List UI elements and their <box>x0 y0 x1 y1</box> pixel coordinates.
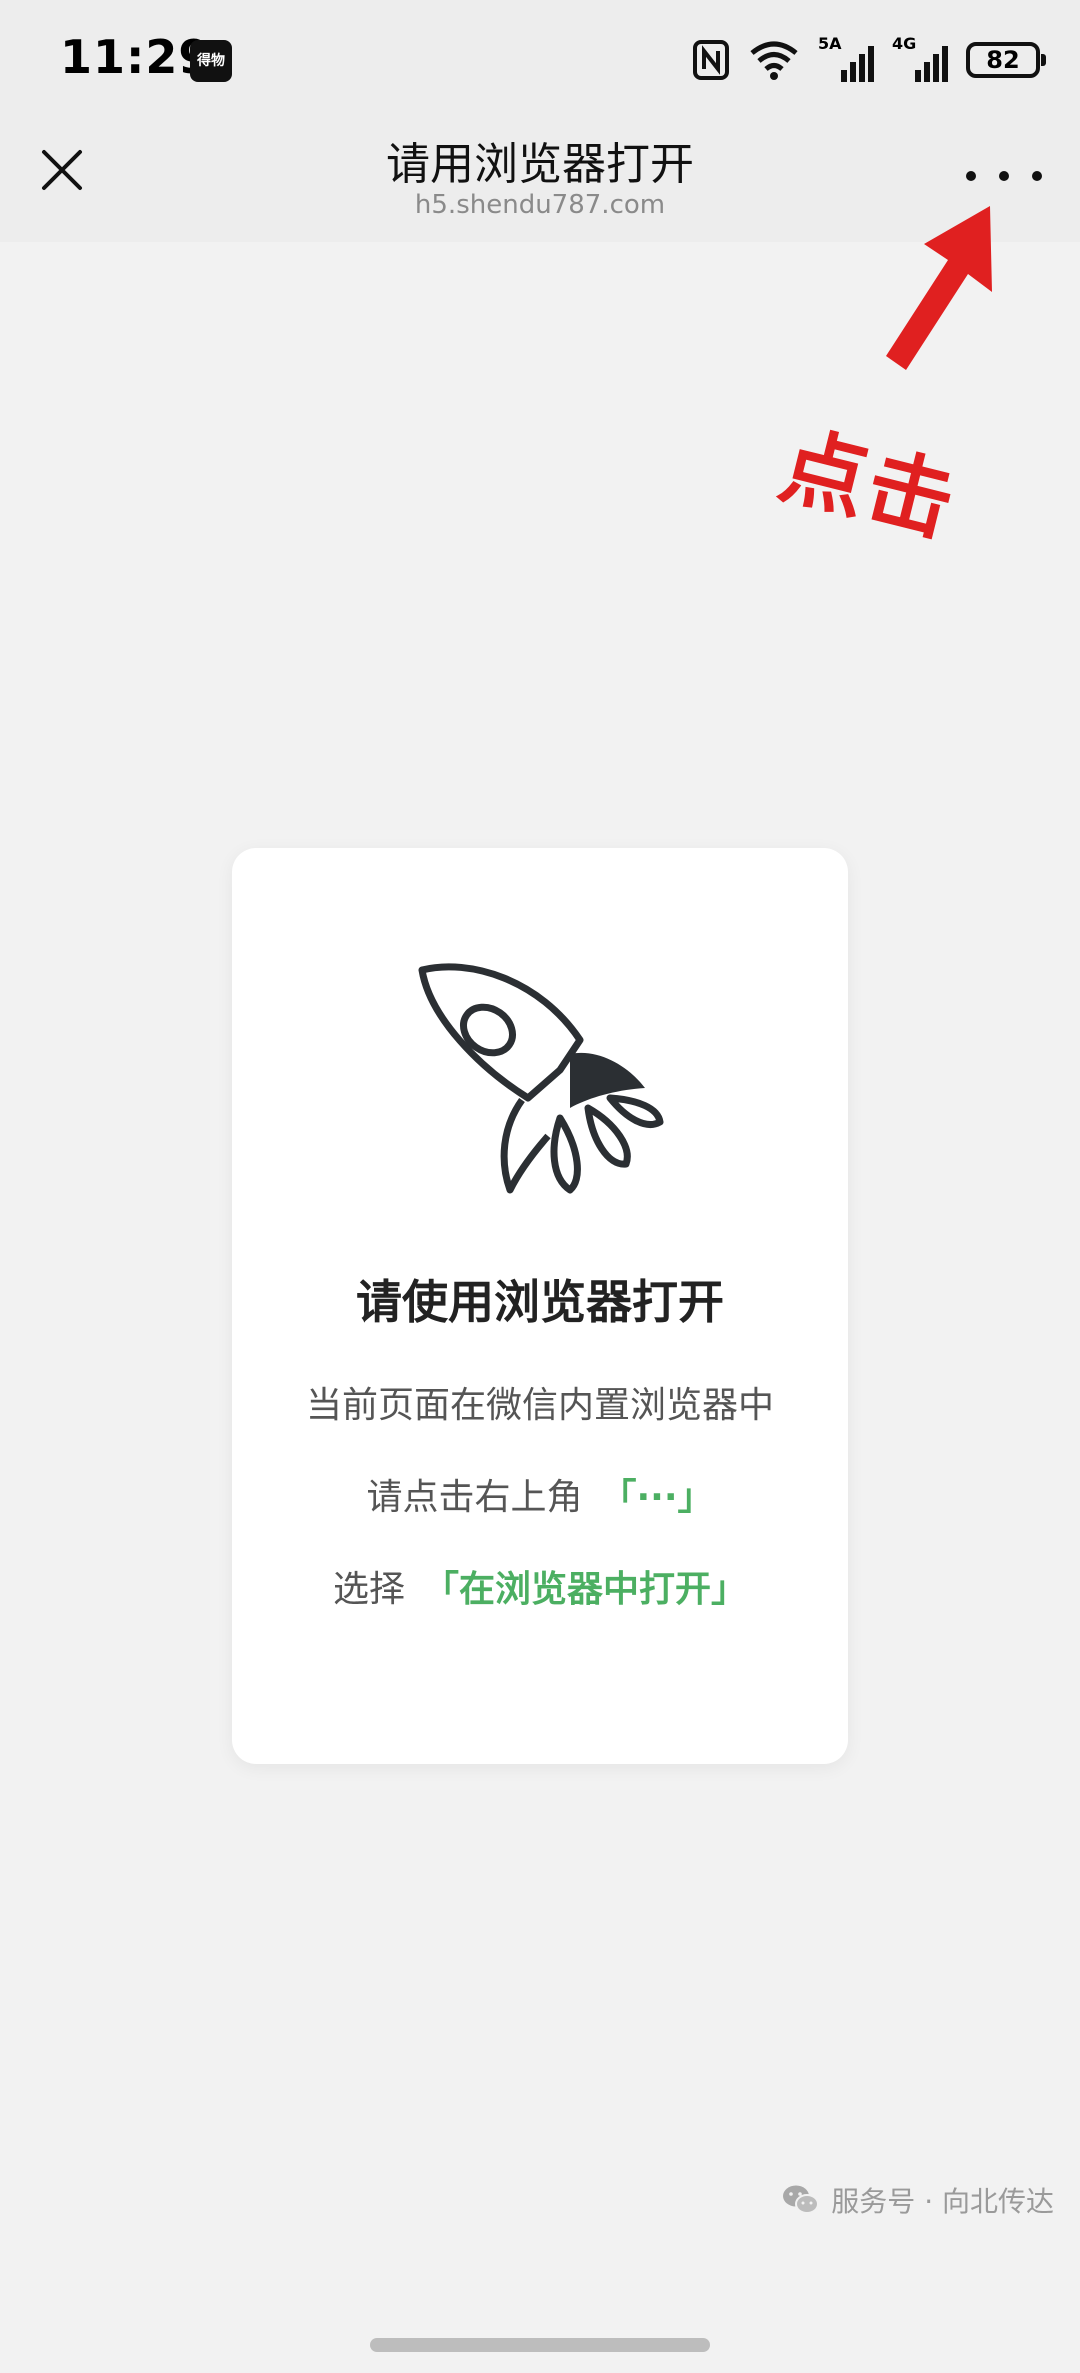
status-bar: 11:29 得物 5A 4G 82 <box>0 0 1080 120</box>
open-in-browser-highlight: 「在浏览器中打开」 <box>423 1569 748 1610</box>
open-in-browser-card: 请使用浏览器打开 当前页面在微信内置浏览器中 请点击右上角 「···」 选择 「在浏… <box>232 848 848 1764</box>
more-dot-icon <box>1032 171 1042 181</box>
arrow-up-right-icon <box>886 206 992 370</box>
annotation-label: 点击 <box>770 415 966 555</box>
instruction-line-1: 当前页面在微信内置浏览器中 <box>232 1376 848 1428</box>
battery-icon: 82 <box>966 42 1046 78</box>
menu-dots-highlight: 「···」 <box>600 1477 714 1518</box>
instruction-line-2: 请点击右上角 「···」 <box>232 1468 848 1520</box>
signal-4g-icon: 4G <box>892 34 948 82</box>
signal-5a-label: 5A <box>818 34 842 53</box>
wechat-icon <box>783 2185 820 2214</box>
rocket-icon <box>418 963 664 1194</box>
watermark-text: 服务号 · 向北传达 <box>831 2185 1054 2218</box>
page-title: 请用浏览器打开 <box>386 139 694 190</box>
nfc-icon <box>693 40 729 80</box>
wifi-icon <box>750 41 798 80</box>
status-time: 11:29 <box>60 30 212 84</box>
more-dot-icon <box>966 171 976 181</box>
more-options-button[interactable] <box>966 158 1042 194</box>
app-notification-icon: 得物 <box>190 40 232 82</box>
signal-5a-icon: 5A <box>818 34 874 82</box>
instruction-text: 请点击右上角 <box>366 1477 583 1518</box>
card-title: 请使用浏览器打开 <box>356 1275 724 1329</box>
more-dot-icon <box>999 171 1009 181</box>
instruction-text: 当前页面在微信内置浏览器中 <box>305 1385 774 1426</box>
instruction-text: 选择 <box>332 1569 405 1610</box>
signal-4g-label: 4G <box>892 34 917 53</box>
watermark: 服务号 · 向北传达 <box>781 2180 1054 2220</box>
home-indicator[interactable] <box>370 2338 710 2352</box>
status-icons: 5A 4G 82 <box>692 30 1046 90</box>
instruction-line-3: 选择 「在浏览器中打开」 <box>232 1560 848 1612</box>
